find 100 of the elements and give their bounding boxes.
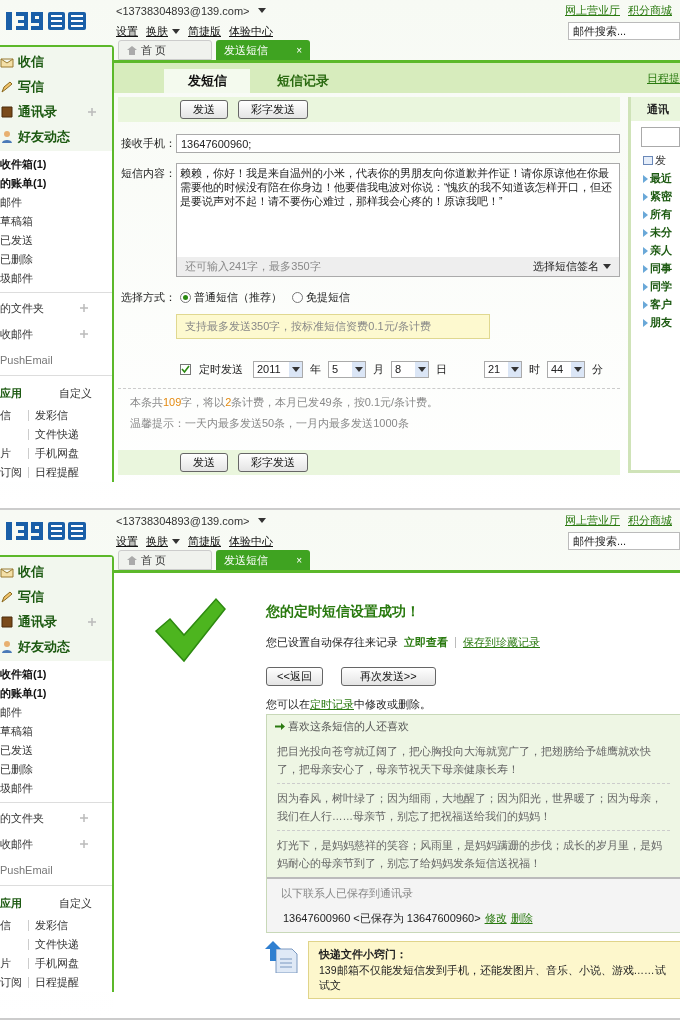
skin-menu[interactable]: 换肤 [146,533,180,550]
calendar-link[interactable]: 日程提 [647,69,680,87]
action-button[interactable]: 彩字发送 [238,100,308,119]
folder-group[interactable]: 的文件夹 [0,809,80,827]
suggested-message[interactable]: 灯光下，是妈妈慈祥的笑容；风雨里，是妈妈蹒跚的步伐；成长的岁月里，是妈妈耐心的母亲节到了，别忘了给妈妈发条短信送祝福！ [277,836,670,872]
header-link[interactable]: 设置 [116,533,138,550]
nav-item[interactable]: 好友动态 [0,636,112,657]
nav-item[interactable]: 写信 [0,586,112,607]
app-link[interactable]: 日程提醒 [35,974,79,991]
folder-group[interactable]: 收邮件 [0,325,80,343]
folder-item[interactable]: 的账单(1) [0,174,112,193]
app-link[interactable]: 手机网盘 [35,445,79,462]
folder-item[interactable]: 圾邮件 [0,779,112,798]
add-icon[interactable] [80,840,88,848]
contact-group[interactable]: 最近 [643,171,680,186]
app-link[interactable]: 日程提醒 [35,464,79,481]
folder-group[interactable]: 的文件夹 [0,299,80,317]
contact-group[interactable]: 所有 [643,207,680,222]
folder-group[interactable]: PushEmail [0,861,88,879]
app-link[interactable]: 文件快递 [35,936,79,953]
add-icon[interactable] [80,330,88,338]
folder-item[interactable]: 收件箱(1) [0,155,112,174]
action-button[interactable]: 再次发送>> [340,666,436,686]
radio-option[interactable]: 普通短信（推荐） [180,289,282,306]
suggested-message[interactable]: 把目光投向苍穹就辽阔了，把心胸投向大海就宽广了，把翅膀给予雄鹰就欢快了，把母亲安心了，母亲节祝天下母亲健康长寿！ [277,742,670,778]
folder-group[interactable]: 收邮件 [0,835,80,853]
nav-item[interactable]: 通讯录 [0,101,112,122]
folder-item[interactable]: 已删除 [0,760,112,779]
app-link[interactable]: 片 [0,957,11,970]
add-icon[interactable] [80,304,88,312]
radio-button[interactable] [292,291,303,303]
folder-item[interactable]: 草稿箱 [0,212,112,231]
date-select[interactable]: 21 [484,360,522,378]
customize-link[interactable]: 自定义 [59,384,92,402]
header-link[interactable]: 体验中心 [229,23,273,40]
app-link[interactable]: 发彩信 [35,407,68,424]
add-icon[interactable] [88,617,96,626]
folder-item[interactable]: 收件箱(1) [0,665,112,684]
nav-item[interactable]: 收信 [0,51,112,72]
folder-item[interactable]: 已发送 [0,231,112,250]
radio-option[interactable]: 免提短信 [292,289,350,306]
message-box[interactable]: 赖赖，你好！我是来自温州的小米，代表你的男朋友向你道歉并作证！请你原谅他在你最需要他的时候没有陪在你身边！他要借我电波对你说：“愧疚的我不知道该怎样开口，但还是要说声对不起！请不要伤心难过，那样我会心疼的！原谅我吧！” 还可输入241字，最多350字 选择短信签名 [176,163,620,277]
folder-group[interactable]: PushEmail [0,351,88,369]
search-field[interactable]: 邮件搜索... [568,532,680,551]
view-link[interactable]: 立即查看 [404,634,448,651]
edit-link[interactable]: 修改 [484,909,507,926]
header-link[interactable]: 设置 [116,23,138,40]
date-select[interactable]: 5 [328,360,366,378]
add-icon[interactable] [88,107,96,116]
folder-item[interactable]: 邮件 [0,193,112,212]
app-link[interactable]: 片 [0,447,11,460]
contact-group[interactable]: 亲人 [643,243,680,258]
add-icon[interactable] [80,814,88,822]
signature-menu[interactable]: 选择短信签名 [533,258,611,275]
contact-group[interactable]: 客户 [643,297,680,312]
checkbox[interactable] [180,363,191,375]
app-link[interactable]: 信 [0,919,11,932]
folder-item[interactable]: 草稿箱 [0,722,112,741]
date-select[interactable]: 2011 [253,360,303,378]
contact-group[interactable]: 同事 [643,261,680,276]
app-link[interactable]: 信 [0,409,11,422]
action-button[interactable]: <<返回 [266,666,323,686]
app-link[interactable]: 订阅 [0,976,22,989]
app-link[interactable]: 手机网盘 [35,955,79,972]
skin-menu[interactable]: 换肤 [146,23,180,40]
subtab[interactable]: 发短信 [164,69,250,93]
app-link[interactable]: 订阅 [0,466,22,479]
nav-item[interactable]: 好友动态 [0,126,112,147]
date-select[interactable]: 44 [547,360,585,378]
date-select[interactable]: 8 [391,360,429,378]
schedule-record-link[interactable]: 定时记录 [310,697,354,710]
action-button[interactable]: 彩字发送 [238,452,308,472]
nav-item[interactable]: 通讯录 [0,611,112,632]
header-link[interactable]: 体验中心 [229,533,273,550]
nav-item[interactable]: 写信 [0,76,112,97]
top-link[interactable]: 网上营业厅 [565,511,620,529]
app-link[interactable]: 发彩信 [35,917,68,934]
folder-item[interactable]: 已发送 [0,741,112,760]
action-button[interactable]: 发送 [180,452,228,472]
phone-field[interactable]: 13647600960; [176,134,620,153]
radio-button[interactable] [180,291,191,303]
subtab[interactable]: 短信记录 [260,69,346,93]
top-link[interactable]: 积分商城 [628,511,672,529]
contact-group[interactable]: 朋友 [643,315,680,330]
contact-group[interactable]: 紧密 [643,189,680,204]
folder-item[interactable]: 的账单(1) [0,684,112,703]
customize-link[interactable]: 自定义 [59,894,92,912]
folder-item[interactable]: 邮件 [0,703,112,722]
app-link[interactable]: 文件快递 [35,426,79,443]
contact-group[interactable]: 同学 [643,279,680,294]
top-link[interactable]: 网上营业厅 [565,1,620,19]
delete-link[interactable]: 删除 [510,909,533,926]
nav-item[interactable]: 收信 [0,561,112,582]
folder-item[interactable]: 圾邮件 [0,269,112,288]
page-tab[interactable]: 首 页 [118,550,212,570]
contact-group[interactable]: 未分 [643,225,680,240]
action-button[interactable]: 发送 [180,100,228,119]
page-tab[interactable]: 首 页 [118,40,212,60]
folder-item[interactable]: 已删除 [0,250,112,269]
contact-search-field[interactable] [641,127,680,147]
